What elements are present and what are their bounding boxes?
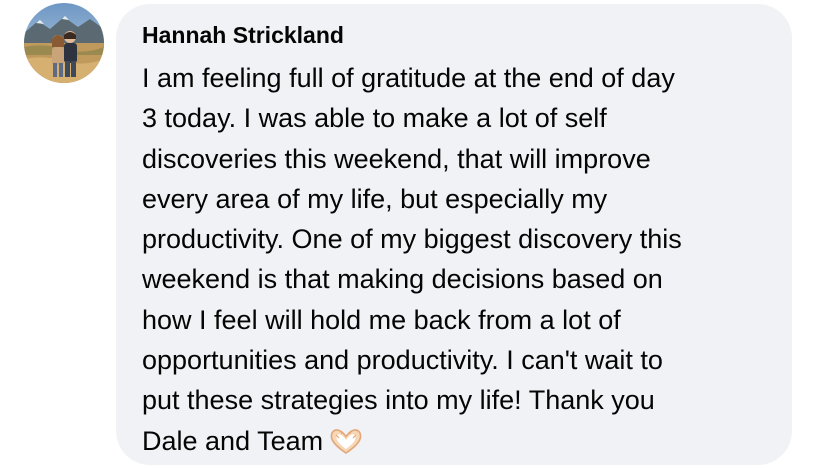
avatar[interactable] [24, 3, 104, 83]
comment-author-name[interactable]: Hannah Strickland [142, 23, 774, 47]
comment-bubble: Hannah Strickland I am feeling full of g… [116, 4, 792, 465]
comment: Hannah Strickland I am feeling full of g… [0, 0, 828, 468]
heart-hands-icon [329, 425, 363, 454]
comment-text: I am feeling full of gratitude at the en… [142, 58, 774, 461]
profile-photo [24, 3, 104, 83]
comment-body: I am feeling full of gratitude at the en… [142, 63, 682, 456]
